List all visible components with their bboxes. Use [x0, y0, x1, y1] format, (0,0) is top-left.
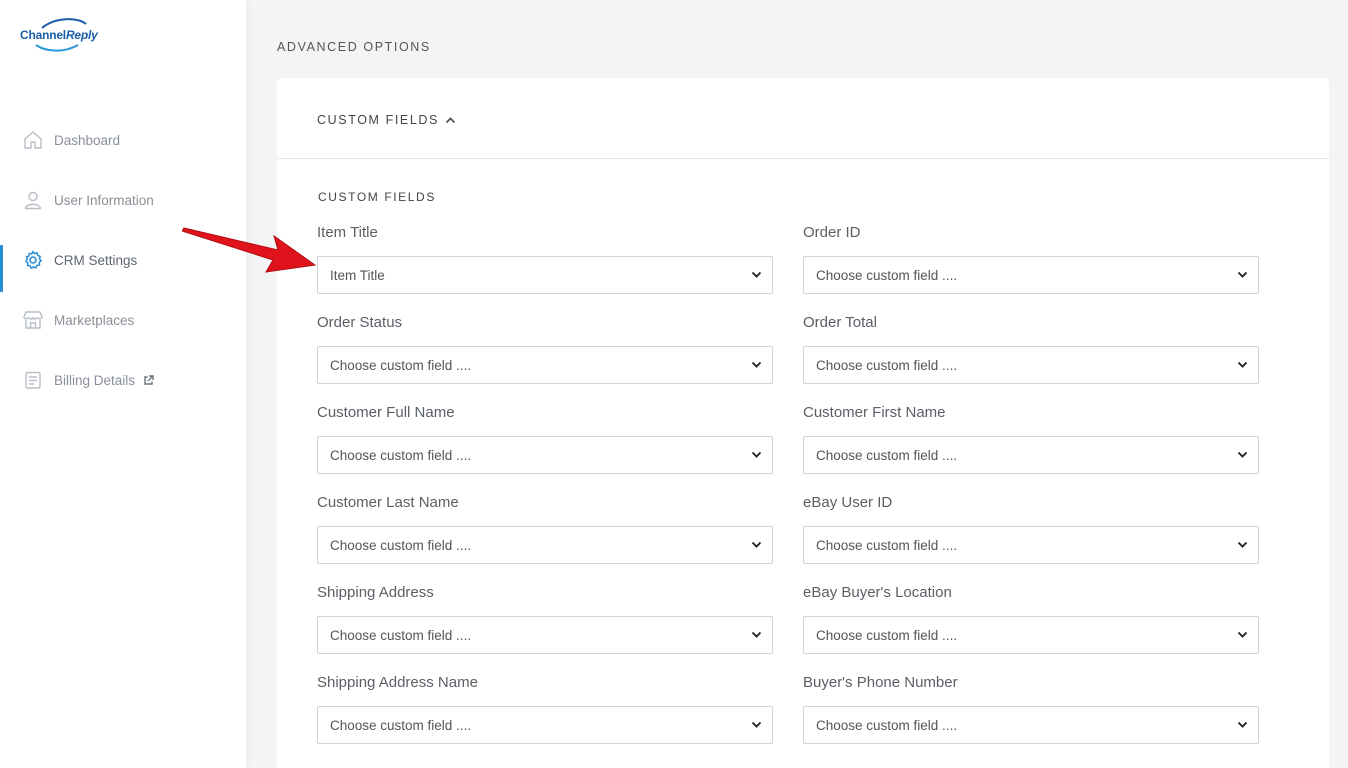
order-total-select[interactable]: Choose custom field ....	[803, 346, 1259, 384]
chevron-down-icon	[751, 541, 762, 549]
select-value: Choose custom field ....	[816, 717, 958, 733]
select-value: Choose custom field ....	[330, 357, 472, 373]
select-value: Choose custom field ....	[816, 537, 958, 553]
sidebar-item-user-information[interactable]: User Information	[0, 170, 246, 230]
select-value: Choose custom field ....	[816, 357, 958, 373]
field-customer-first-name: Customer First Name Choose custom field .…	[803, 403, 1259, 474]
field-label: eBay Buyer's Location	[803, 584, 952, 601]
sidebar-item-billing-details[interactable]: Billing Details	[0, 350, 246, 410]
shipping-address-select[interactable]: Choose custom field ....	[317, 616, 773, 654]
field-label: Order ID	[803, 224, 861, 241]
ebay-user-id-select[interactable]: Choose custom field ....	[803, 526, 1259, 564]
field-label: eBay User ID	[803, 494, 893, 511]
field-label: Shipping Address	[317, 584, 434, 601]
field-shipping-address-name: Shipping Address Name Choose custom field…	[317, 673, 773, 744]
order-status-select[interactable]: Choose custom field ....	[317, 346, 773, 384]
field-label: Customer Last Name	[317, 494, 459, 511]
card-title-text: CUSTOM FIELDS	[317, 113, 439, 127]
chevron-down-icon	[1237, 361, 1248, 369]
red-pointer-arrow-icon	[182, 227, 317, 273]
custom-fields-subtitle: CUSTOM FIELDS	[318, 190, 436, 204]
ebay-buyer-s-location-select[interactable]: Choose custom field ....	[803, 616, 1259, 654]
field-ebay-buyer-s-location: eBay Buyer's Location Choose custom field…	[803, 583, 1259, 654]
sidebar-item-label: Dashboard	[54, 132, 121, 148]
chevron-down-icon	[1237, 721, 1248, 729]
customer-last-name-select[interactable]: Choose custom field ....	[317, 526, 773, 564]
custom-fields-toggle[interactable]: CUSTOM FIELDS	[277, 78, 1329, 159]
field-label: Item Title	[317, 224, 378, 241]
chevron-down-icon	[751, 631, 762, 639]
select-value: Choose custom field ....	[816, 627, 958, 643]
chevron-down-icon	[751, 721, 762, 729]
chevron-down-icon	[1237, 541, 1248, 549]
field-label: Order Status	[317, 314, 403, 331]
chevron-down-icon	[1237, 631, 1248, 639]
sidebar-item-dashboard[interactable]: Dashboard	[0, 110, 246, 170]
chevron-down-icon	[1237, 451, 1248, 459]
field-ebay-user-id: eBay User ID Choose custom field ....	[803, 493, 1259, 564]
chevron-down-icon	[751, 451, 762, 459]
sidebar-item-label: Marketplaces	[54, 312, 135, 328]
select-value: Choose custom field ....	[330, 537, 472, 553]
main-content: ADVANCED OPTIONS CUSTOM FIELDS CUSTOM FI…	[246, 0, 1348, 768]
sidebar-item-label: User Information	[54, 192, 154, 208]
buyer-s-phone-number-select[interactable]: Choose custom field ....	[803, 706, 1259, 744]
select-value: Choose custom field ....	[816, 447, 958, 463]
channelreply-logo[interactable]: ChannelReply	[20, 18, 110, 54]
field-buyer-s-phone-number: Buyer's Phone Number Choose custom field …	[803, 673, 1259, 744]
custom-fields-card: CUSTOM FIELDS CUSTOM FIELDS Item Title It…	[277, 78, 1329, 768]
logo-text: ChannelReply	[20, 28, 98, 42]
customer-first-name-select[interactable]: Choose custom field ....	[803, 436, 1259, 474]
chevron-down-icon	[751, 271, 762, 279]
sidebar-item-label: Billing Details	[54, 372, 136, 388]
sidebar-item-marketplaces[interactable]: Marketplaces	[0, 290, 246, 350]
gear-icon	[22, 249, 44, 271]
select-value: Choose custom field ....	[330, 447, 472, 463]
select-value: Choose custom field ....	[816, 267, 958, 283]
select-value: Item Title	[330, 267, 385, 283]
external-link-icon	[143, 374, 154, 386]
logo-text-channel: Channel	[20, 28, 66, 42]
shipping-address-name-select[interactable]: Choose custom field ....	[317, 706, 773, 744]
field-order-status: Order Status Choose custom field ....	[317, 313, 773, 384]
sidebar: ChannelReply Dashboard User Information …	[0, 0, 246, 768]
logo-text-reply: Reply	[65, 28, 98, 42]
field-item-title: Item Title Item Title	[317, 223, 773, 294]
field-label: Customer First Name	[803, 404, 946, 421]
select-value: Choose custom field ....	[330, 627, 472, 643]
order-id-select[interactable]: Choose custom field ....	[803, 256, 1259, 294]
field-shipping-address: Shipping Address Choose custom field ....	[317, 583, 773, 654]
field-label: Buyer's Phone Number	[803, 674, 958, 691]
home-icon	[22, 129, 44, 151]
field-order-total: Order Total Choose custom field ....	[803, 313, 1259, 384]
item-title-select[interactable]: Item Title	[317, 256, 773, 294]
store-icon	[22, 309, 44, 331]
chevron-down-icon	[751, 361, 762, 369]
user-icon	[22, 189, 44, 211]
field-label: Shipping Address Name	[317, 674, 478, 691]
page-section-title: ADVANCED OPTIONS	[277, 40, 431, 54]
field-customer-full-name: Customer Full Name Choose custom field ..…	[317, 403, 773, 474]
sidebar-item-label: CRM Settings	[54, 252, 138, 268]
field-customer-last-name: Customer Last Name Choose custom field ..…	[317, 493, 773, 564]
customer-full-name-select[interactable]: Choose custom field ....	[317, 436, 773, 474]
billing-icon	[22, 369, 44, 391]
field-label: Customer Full Name	[317, 404, 455, 421]
chevron-down-icon	[1237, 271, 1248, 279]
field-order-id: Order ID Choose custom field ....	[803, 223, 1259, 294]
select-value: Choose custom field ....	[330, 717, 472, 733]
chevron-up-icon	[445, 117, 456, 124]
field-label: Order Total	[803, 314, 877, 331]
card-title: CUSTOM FIELDS	[317, 113, 456, 127]
